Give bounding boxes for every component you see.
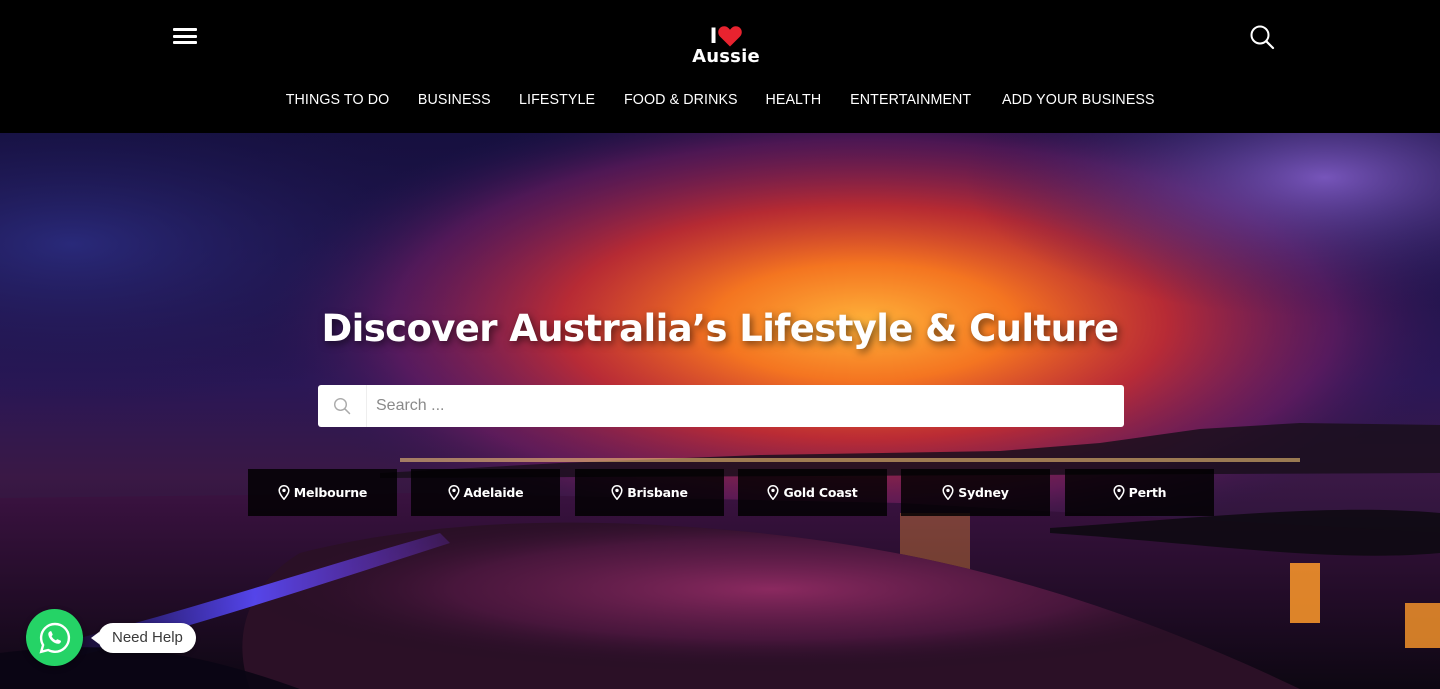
menu-bar	[173, 28, 197, 31]
site-header: I Aussie THINGS TO DO BUSINESS LIFESTYLE…	[0, 0, 1440, 133]
city-button-sydney[interactable]: Sydney	[901, 469, 1050, 516]
city-button-perth[interactable]: Perth	[1065, 469, 1214, 516]
city-label: Brisbane	[627, 485, 688, 500]
city-button-gold-coast[interactable]: Gold Coast	[738, 469, 887, 516]
whatsapp-help-button[interactable]	[26, 609, 83, 666]
whatsapp-icon	[38, 622, 70, 653]
menu-bar	[173, 41, 197, 44]
nav-item-add-your-business[interactable]: ADD YOUR BUSINESS	[1002, 88, 1155, 112]
city-button-brisbane[interactable]: Brisbane	[575, 469, 724, 516]
site-logo[interactable]: I Aussie	[680, 24, 772, 70]
nav-item-health[interactable]: HEALTH	[766, 88, 822, 112]
logo-wordmark: Aussie	[692, 46, 760, 67]
hamburger-menu-icon[interactable]	[172, 25, 198, 47]
city-label: Sydney	[958, 485, 1009, 500]
map-pin-icon	[1113, 485, 1125, 500]
city-buttons: Melbourne Adelaide Brisbane Gold Coast S…	[248, 469, 1216, 516]
map-pin-icon	[942, 485, 954, 500]
search-icon-graphic	[1250, 25, 1275, 50]
city-label: Melbourne	[293, 485, 368, 500]
menu-bar	[173, 34, 197, 38]
search-icon[interactable]	[318, 385, 366, 427]
city-label: Gold Coast	[783, 485, 858, 500]
city-button-melbourne[interactable]: Melbourne	[248, 469, 397, 516]
search-icon[interactable]	[1248, 23, 1276, 51]
map-pin-icon	[278, 485, 290, 500]
map-pin-icon	[611, 485, 623, 500]
main-navigation: THINGS TO DO BUSINESS LIFESTYLE FOOD & D…	[0, 88, 1440, 112]
hero-title: Discover Australia’s Lifestyle & Culture	[321, 307, 1120, 350]
hero-search-bar	[318, 385, 1124, 427]
heart-icon	[718, 25, 743, 46]
logo-top-row: I	[680, 24, 772, 48]
city-label: Adelaide	[463, 485, 524, 500]
nav-item-entertainment[interactable]: ENTERTAINMENT	[850, 88, 971, 112]
city-button-adelaide[interactable]: Adelaide	[411, 469, 560, 516]
nav-item-business[interactable]: BUSINESS	[418, 88, 491, 112]
nav-item-lifestyle[interactable]: LIFESTYLE	[519, 88, 595, 112]
logo-letter: I	[709, 24, 718, 48]
hero-section: Discover Australia’s Lifestyle & Culture…	[0, 133, 1440, 689]
need-help-label[interactable]: Need Help	[91, 623, 196, 653]
nav-item-food-drinks[interactable]: FOOD & DRINKS	[624, 88, 738, 112]
search-input[interactable]	[366, 385, 1124, 427]
nav-item-things-to-do[interactable]: THINGS TO DO	[286, 88, 390, 112]
map-pin-icon	[767, 485, 780, 500]
city-label: Perth	[1128, 485, 1167, 500]
map-pin-icon	[447, 485, 460, 500]
search-icon-graphic	[333, 397, 351, 415]
